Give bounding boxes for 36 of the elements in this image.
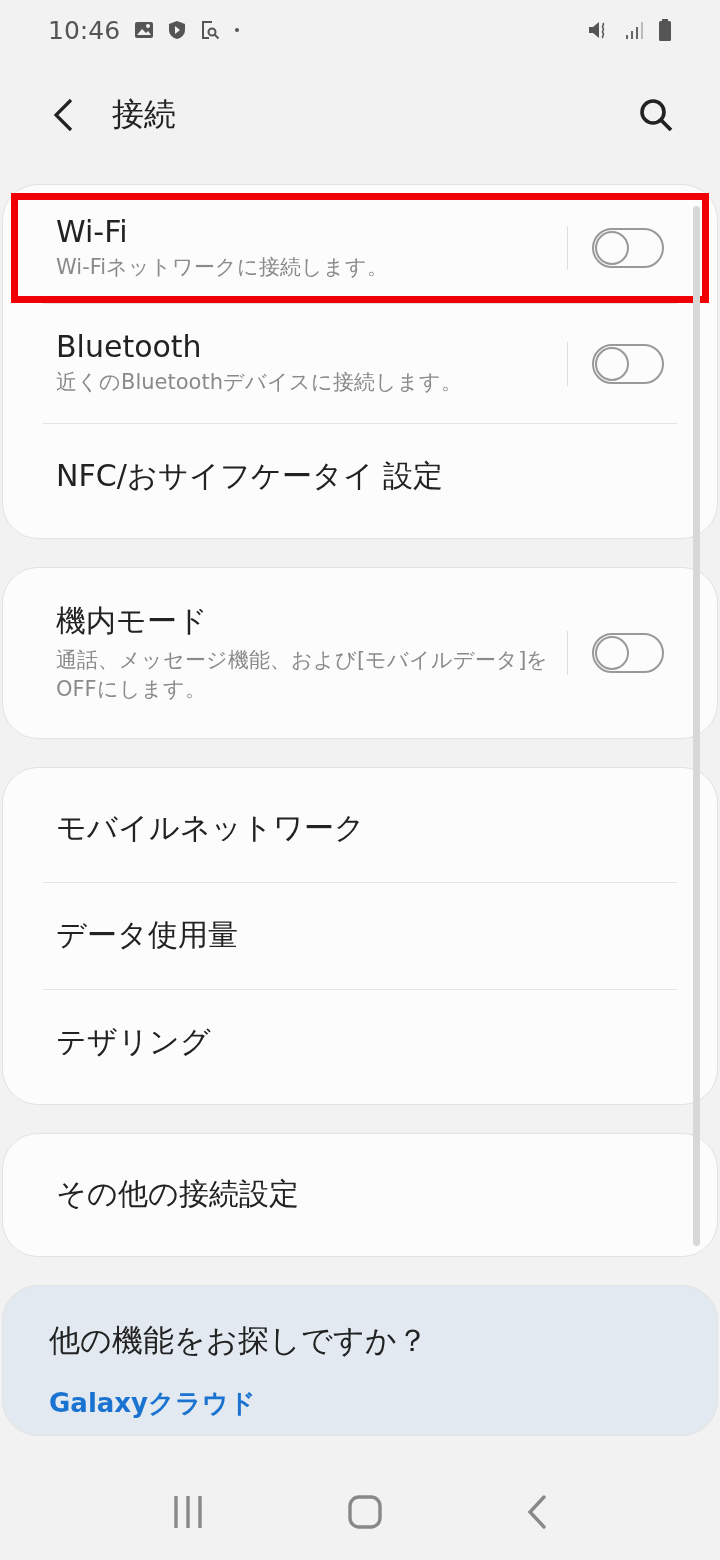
setting-title: Wi-Fi [56,214,129,249]
suggestion-link[interactable]: Galaxyクラウド [49,1385,671,1421]
setting-row[interactable]: モバイルネットワーク [3,775,717,882]
setting-title: NFC/おサイフケータイ 設定 [56,457,445,496]
back-icon[interactable] [52,98,74,132]
search-document-icon [200,20,221,40]
status-time: 10:46 [48,15,121,45]
setting-row[interactable]: データ使用量 [3,882,717,989]
highlighted-setting-row[interactable]: Wi-Fi Wi-Fiネットワークに接続します。 [11,193,709,304]
setting-description: 近くのBluetoothデバイスに接続します。 [56,369,463,397]
setting-row[interactable]: 機内モード 通話、メッセージ機能、および[モバイルデータ]をOFFにします。 [3,575,717,730]
search-icon[interactable] [638,97,674,133]
setting-description: Wi-Fiネットワークに接続します。 [56,254,390,281]
page-title: 接続 [112,94,176,135]
setting-description: 通話、メッセージ機能、および[モバイルデータ]をOFFにします。 [56,646,550,704]
shield-icon [168,20,187,40]
recents-icon[interactable] [172,1496,203,1528]
setting-row[interactable]: NFC/おサイフケータイ 設定 [3,423,717,530]
home-icon[interactable] [348,1495,382,1529]
dot-icon [234,27,241,33]
setting-row[interactable]: Bluetooth 近くのBluetoothデバイスに接続します。 [3,304,717,423]
battery-icon [658,19,672,41]
toggle-switch[interactable] [592,343,664,384]
suggestion-title: 他の機能をお探しですか？ [49,1320,429,1360]
setting-title: テザリング [56,1023,212,1062]
setting-row[interactable]: その他の接続設定 [3,1141,717,1248]
image-icon [134,21,155,39]
setting-row[interactable]: テザリング [3,989,717,1096]
setting-title: Bluetooth [56,329,203,365]
setting-title: モバイルネットワーク [56,809,366,848]
setting-title: データ使用量 [56,916,239,955]
toggle-switch[interactable] [592,228,664,269]
setting-title: 機内モード [56,601,209,640]
signal-icon [624,20,644,40]
setting-title: その他の接続設定 [56,1175,300,1214]
toggle-switch[interactable] [592,632,664,673]
